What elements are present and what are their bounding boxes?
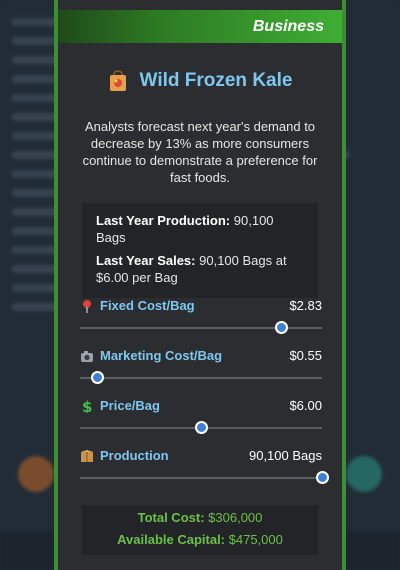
total-cost-label: Total Cost: <box>137 510 205 525</box>
banner-label: Business <box>252 17 324 35</box>
totals-panel: Total Cost: $306,000 Available Capital: … <box>82 505 318 555</box>
pin-icon <box>80 299 94 313</box>
production-slider: Production 90,100 Bags <box>80 448 329 484</box>
forecast-text: Analysts forecast next year's demand to … <box>82 119 318 185</box>
svg-text:$: $ <box>82 399 92 413</box>
marketing-cost-label: Marketing Cost/Bag <box>100 348 223 363</box>
production-value: 90,100 Bags <box>248 448 322 463</box>
business-card: Business Wild Frozen Kale Analysts forec… <box>54 0 346 570</box>
last-year-stats: Last Year Production: 90,100 Bags Last Y… <box>82 203 318 298</box>
fixed-cost-thumb[interactable] <box>274 321 288 334</box>
price-label: Price/Bag <box>100 398 160 413</box>
production-track[interactable] <box>80 471 329 484</box>
price-slider: $ Price/Bag $6.00 <box>80 398 322 434</box>
camera-icon <box>80 349 94 363</box>
production-thumb[interactable] <box>316 471 329 484</box>
dollar-icon: $ <box>80 398 94 416</box>
product-header: Wild Frozen Kale <box>58 70 342 92</box>
marketing-cost-track[interactable] <box>80 371 322 384</box>
marketing-cost-thumb[interactable] <box>90 371 104 384</box>
total-cost-value: $306,000 <box>208 510 263 525</box>
production-stat: Last Year Production: 90,100 Bags <box>96 212 304 246</box>
sales-stat: Last Year Sales: 90,100 Bags at $6.00 pe… <box>96 252 304 286</box>
grocery-bag-icon <box>108 70 128 92</box>
marketing-cost-value: $0.55 <box>289 348 322 363</box>
business-banner: Business <box>58 10 342 43</box>
total-cost-row: Total Cost: $306,000 <box>82 507 318 529</box>
price-thumb[interactable] <box>195 421 208 434</box>
fixed-cost-value: $2.83 <box>289 298 322 313</box>
production-label: Production <box>100 448 169 463</box>
production-label: Last Year Production: <box>96 213 231 228</box>
fixed-cost-slider: Fixed Cost/Bag $2.83 <box>80 298 322 334</box>
available-capital-value: $475,000 <box>228 532 283 547</box>
fixed-cost-track[interactable] <box>80 321 322 334</box>
box-icon <box>80 449 94 463</box>
price-track[interactable] <box>80 421 322 434</box>
product-title: Wild Frozen Kale <box>139 70 293 91</box>
fixed-cost-label: Fixed Cost/Bag <box>100 298 195 313</box>
sales-label: Last Year Sales: <box>96 253 196 268</box>
price-value: $6.00 <box>289 398 322 413</box>
marketing-cost-slider: Marketing Cost/Bag $0.55 <box>80 348 322 384</box>
available-capital-label: Available Capital: <box>117 532 226 547</box>
available-capital-row: Available Capital: $475,000 <box>82 529 318 551</box>
